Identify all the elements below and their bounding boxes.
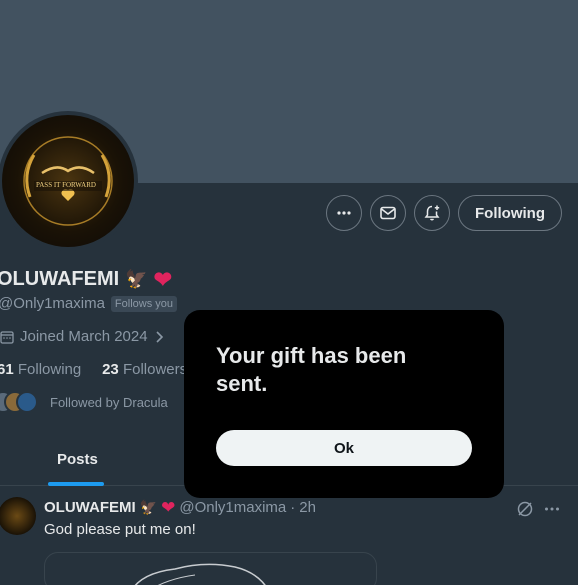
gift-sent-dialog: Your gift has been sent. Ok bbox=[184, 310, 504, 498]
heart-icon: ❤ bbox=[153, 266, 173, 292]
profile-handle: @Only1maxima bbox=[0, 295, 105, 312]
mail-icon bbox=[380, 206, 396, 220]
display-name: OLUWAFEMI 🦅 ❤ bbox=[0, 268, 172, 291]
follows-you-badge: Follows you bbox=[110, 295, 177, 312]
post-media[interactable] bbox=[44, 552, 377, 585]
followers-link[interactable]: 23 Followers bbox=[102, 361, 187, 378]
avatar-image: PASS IT FORWARD bbox=[2, 115, 134, 247]
following-button[interactable]: Following bbox=[458, 195, 562, 231]
followed-by-text: Followed by Dracula bbox=[50, 394, 168, 410]
avatar-caption: PASS IT FORWARD bbox=[36, 181, 96, 189]
follower-avatar bbox=[16, 391, 38, 413]
post-time[interactable]: 2h bbox=[299, 499, 316, 516]
eagle-icon: 🦅 bbox=[139, 499, 158, 515]
post-separator: · bbox=[290, 499, 296, 516]
grok-icon[interactable] bbox=[516, 500, 534, 518]
joined-text: Joined March 2024 bbox=[20, 328, 148, 345]
eagle-icon: 🦅 bbox=[125, 269, 148, 289]
ok-button[interactable]: Ok bbox=[216, 430, 472, 466]
more-options-button[interactable] bbox=[326, 195, 362, 231]
calendar-icon bbox=[0, 330, 14, 344]
chevron-right-icon bbox=[156, 330, 163, 343]
notifications-button[interactable] bbox=[414, 195, 450, 231]
message-button[interactable] bbox=[370, 195, 406, 231]
heart-icon: ❤ bbox=[161, 498, 176, 517]
display-name-text: OLUWAFEMI bbox=[0, 268, 120, 290]
joined-date[interactable]: Joined March 2024 bbox=[0, 328, 164, 345]
post-header: OLUWAFEMI 🦅 ❤ @Only1maxima · 2h bbox=[44, 499, 316, 516]
follow-stats: 61 Following 23 Followers bbox=[0, 361, 187, 378]
more-icon[interactable] bbox=[543, 500, 561, 518]
bell-plus-icon bbox=[424, 205, 440, 221]
post-text: God please put me on! bbox=[44, 521, 196, 538]
dialog-title: Your gift has been sent. bbox=[216, 343, 407, 396]
followed-by[interactable]: Followed by Dracula bbox=[0, 391, 168, 413]
handle-row: @Only1maxima Follows you bbox=[0, 295, 177, 312]
post-author[interactable]: OLUWAFEMI bbox=[44, 499, 136, 516]
post-image-sketch bbox=[134, 563, 266, 585]
following-link[interactable]: 61 Following bbox=[0, 361, 81, 378]
more-icon bbox=[337, 211, 351, 215]
tab-posts[interactable]: Posts bbox=[57, 451, 98, 468]
tab-active-indicator bbox=[48, 482, 104, 486]
post-handle[interactable]: @Only1maxima bbox=[179, 499, 286, 516]
profile-avatar[interactable]: PASS IT FORWARD bbox=[0, 111, 138, 251]
